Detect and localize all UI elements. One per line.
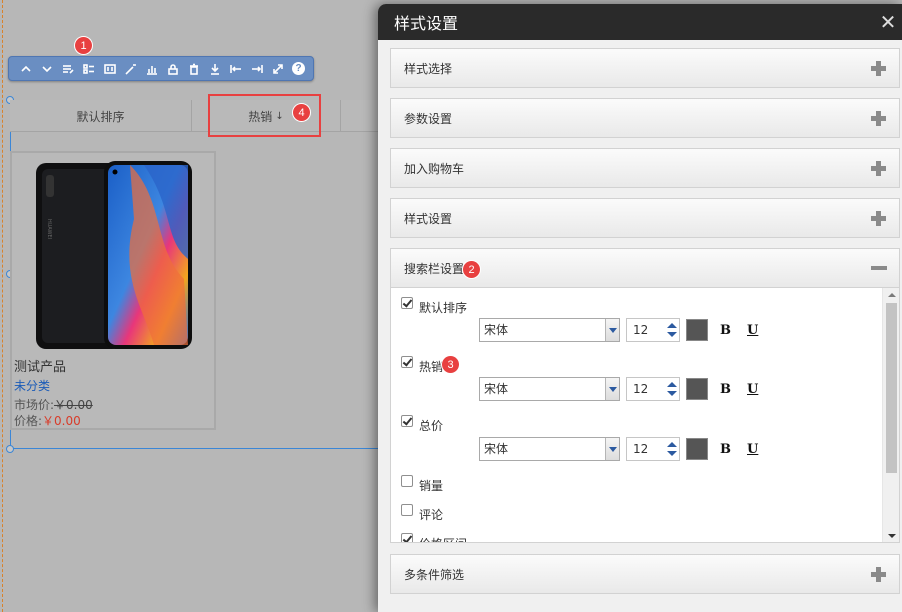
checkbox[interactable] [401, 532, 413, 542]
dropdown-arrow-icon[interactable] [605, 319, 619, 341]
expand-icon[interactable] [267, 58, 288, 79]
font-family-select[interactable]: 宋体 [479, 377, 620, 401]
help-icon[interactable]: ? [288, 58, 309, 79]
canvas-guide-line [2, 0, 3, 612]
resize-handle[interactable] [6, 445, 14, 453]
font-size-stepper[interactable]: 12 [626, 318, 680, 342]
scroll-down-icon[interactable] [888, 534, 896, 538]
list-layout-icon[interactable] [78, 58, 99, 79]
move-down-icon[interactable] [36, 58, 57, 79]
plus-icon[interactable] [871, 161, 886, 176]
callout-badge: 1 [75, 37, 92, 54]
callout-badge: 2 [463, 261, 480, 278]
font-family-select[interactable]: 宋体 [479, 318, 620, 342]
font-color-swatch[interactable] [686, 319, 708, 341]
minus-icon[interactable] [871, 261, 887, 276]
spin-down-icon[interactable] [667, 332, 677, 337]
checkbox[interactable] [401, 503, 413, 516]
lock-icon[interactable] [162, 58, 183, 79]
spin-up-icon[interactable] [667, 442, 677, 447]
style-settings-dialog: 样式设置 ✕ 样式选择 参数设置 加入购物车 样式设置 搜索栏设置 默认排序 宋… [378, 4, 902, 612]
font-family-select[interactable]: 宋体 [479, 437, 620, 461]
search-bar-settings-panel: 默认排序 宋体 12 B U 热销 宋体 12 B U 总价 宋体 12 B U… [390, 288, 900, 543]
dropdown-arrow-icon[interactable] [605, 378, 619, 400]
section-param-settings[interactable]: 参数设置 [390, 98, 900, 138]
sort-bar: 默认排序 热销 ↓ [10, 100, 382, 132]
move-up-icon[interactable] [15, 58, 36, 79]
font-row: 宋体 12 B U [479, 377, 758, 401]
callout-badge: 4 [293, 104, 310, 121]
svg-text:HUAWEI: HUAWEI [46, 219, 52, 239]
product-image: HUAWEI [36, 161, 192, 349]
plus-icon[interactable] [871, 211, 886, 226]
underline-toggle[interactable]: U [747, 323, 758, 338]
close-icon[interactable]: ✕ [878, 12, 898, 32]
section-style-settings[interactable]: 样式设置 [390, 198, 900, 238]
dropdown-arrow-icon[interactable] [605, 438, 619, 460]
option-default-sort[interactable]: 默认排序 [401, 294, 467, 315]
option-reviews[interactable]: 评论 [401, 501, 443, 522]
section-multi-filter[interactable]: 多条件筛选 [390, 554, 900, 594]
panel-scrollbar[interactable] [882, 288, 899, 542]
font-row: 宋体 12 B U [479, 437, 758, 461]
underline-toggle[interactable]: U [747, 442, 758, 457]
option-sales[interactable]: 销量 [401, 472, 443, 493]
data-settings-icon[interactable] [99, 58, 120, 79]
align-left-icon[interactable] [225, 58, 246, 79]
delete-icon[interactable] [183, 58, 204, 79]
font-size-stepper[interactable]: 12 [626, 437, 680, 461]
sort-default-tab[interactable]: 默认排序 [10, 100, 192, 132]
spin-up-icon[interactable] [667, 382, 677, 387]
magic-wand-icon[interactable] [120, 58, 141, 79]
chart-icon[interactable] [141, 58, 162, 79]
dialog-title: 样式设置 [394, 14, 459, 33]
product-name[interactable]: 测试产品 [14, 356, 66, 375]
plus-icon[interactable] [871, 61, 886, 76]
option-total-price[interactable]: 总价 [401, 412, 443, 433]
option-price-range[interactable]: 价格区间 [401, 530, 467, 542]
section-style-select[interactable]: 样式选择 [390, 48, 900, 88]
plus-icon[interactable] [871, 567, 886, 582]
market-price: 市场价:￥0.00 [14, 398, 93, 412]
product-category[interactable]: 未分类 [14, 377, 50, 394]
module-toolbar: ? [8, 56, 314, 81]
edit-icon[interactable] [57, 58, 78, 79]
callout-badge: 3 [442, 356, 459, 373]
underline-toggle[interactable]: U [747, 382, 758, 397]
section-add-to-cart[interactable]: 加入购物车 [390, 148, 900, 188]
align-right-icon[interactable] [246, 58, 267, 79]
dialog-titlebar: 样式设置 ✕ [378, 4, 902, 40]
spin-down-icon[interactable] [667, 391, 677, 396]
download-icon[interactable] [204, 58, 225, 79]
checkbox[interactable] [401, 474, 413, 487]
spin-up-icon[interactable] [667, 323, 677, 328]
bold-toggle[interactable]: B [720, 323, 731, 338]
sort-more-tab[interactable] [341, 100, 382, 132]
scroll-up-icon[interactable] [888, 293, 896, 297]
font-color-swatch[interactable] [686, 438, 708, 460]
bold-toggle[interactable]: B [720, 442, 731, 457]
option-hot[interactable]: 热销 [401, 353, 443, 374]
checkbox[interactable] [401, 296, 413, 309]
bold-toggle[interactable]: B [720, 382, 731, 397]
plus-icon[interactable] [871, 111, 886, 126]
font-row: 宋体 12 B U [479, 318, 758, 342]
font-size-stepper[interactable]: 12 [626, 377, 680, 401]
checkbox[interactable] [401, 355, 413, 368]
product-price: 价格:￥0.00 [14, 414, 81, 428]
font-color-swatch[interactable] [686, 378, 708, 400]
product-card[interactable]: HUAWEI 测试产品 未分类 市场价:￥0.00 价格:￥0.00 [10, 151, 216, 430]
scroll-thumb[interactable] [886, 303, 897, 473]
checkbox[interactable] [401, 414, 413, 427]
spin-down-icon[interactable] [667, 451, 677, 456]
